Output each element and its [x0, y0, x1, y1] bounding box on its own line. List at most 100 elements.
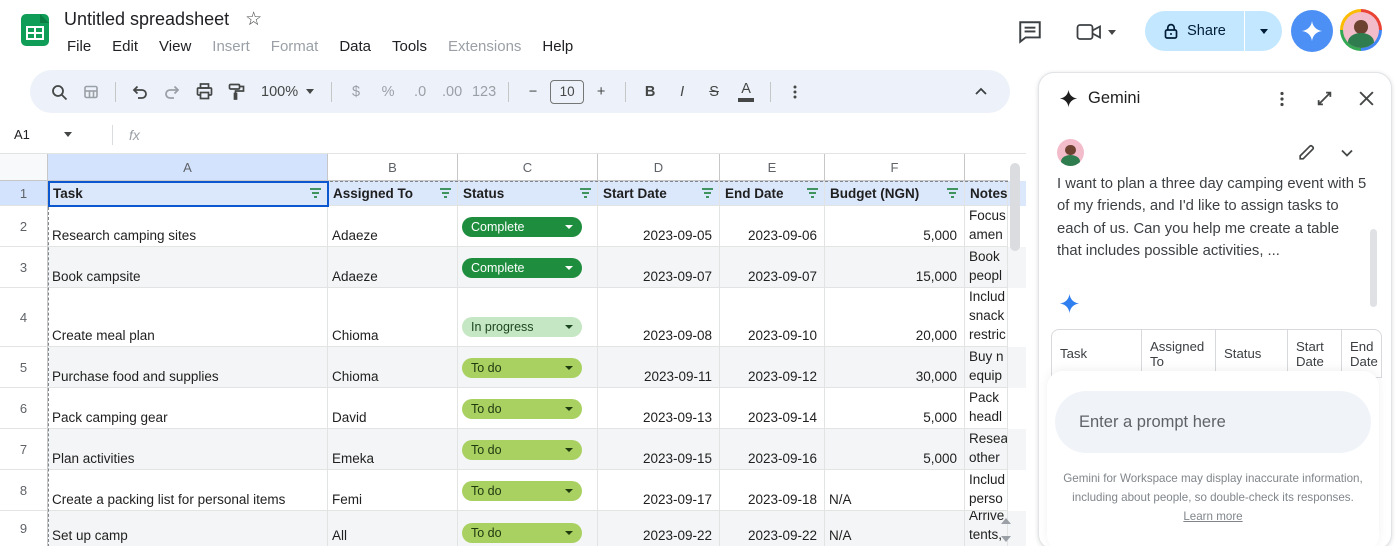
cell-end-date[interactable]: 2023-09-10 — [720, 288, 825, 347]
cell-budget[interactable]: 5,000 — [825, 429, 965, 470]
cell-budget[interactable]: 5,000 — [825, 206, 965, 247]
bold-button[interactable]: B — [635, 77, 665, 107]
filter-icon[interactable] — [806, 187, 819, 199]
sheets-logo-icon[interactable] — [18, 13, 52, 47]
cell-notes[interactable]: Resea other — [965, 429, 1008, 470]
menu-file[interactable]: File — [65, 37, 93, 56]
text-color-button[interactable]: A — [731, 77, 761, 107]
status-chip[interactable]: To do — [462, 399, 582, 419]
cell-assigned[interactable]: All — [328, 511, 458, 546]
cell-task[interactable]: Book campsite — [48, 247, 328, 288]
italic-button[interactable]: I — [667, 77, 697, 107]
print-button[interactable] — [189, 77, 219, 107]
menu-insert[interactable]: Insert — [210, 37, 252, 56]
cell-status[interactable]: To do — [458, 470, 598, 511]
row-number[interactable]: 2 — [0, 206, 48, 247]
cell-start-date[interactable]: 2023-09-11 — [598, 347, 720, 388]
collapse-toolbar-button[interactable] — [966, 77, 996, 107]
status-chip[interactable]: To do — [462, 358, 582, 378]
status-chip[interactable]: Complete — [462, 217, 582, 237]
cell-status[interactable]: Complete — [458, 247, 598, 288]
cell-notes[interactable]: Focus amen — [965, 206, 1008, 247]
filter-icon[interactable] — [946, 187, 959, 199]
panel-expand-button[interactable] — [1316, 90, 1333, 107]
format-currency-button[interactable]: $ — [341, 77, 371, 107]
cell-task[interactable]: Research camping sites — [48, 206, 328, 247]
menu-format[interactable]: Format — [269, 37, 321, 56]
cell-status[interactable]: To do — [458, 347, 598, 388]
cell-task[interactable]: Plan activities — [48, 429, 328, 470]
menu-view[interactable]: View — [157, 37, 193, 56]
cell-status[interactable]: In progress — [458, 288, 598, 347]
font-size-input[interactable]: 10 — [550, 80, 584, 104]
cell-start-date[interactable]: 2023-09-07 — [598, 247, 720, 288]
cell-start-date[interactable]: 2023-09-17 — [598, 470, 720, 511]
header-cell-start-date[interactable]: Start Date — [598, 181, 720, 206]
cell-start-date[interactable]: 2023-09-13 — [598, 388, 720, 429]
cell-notes[interactable]: Includ perso — [965, 470, 1008, 511]
column-header-d[interactable]: D — [598, 154, 720, 181]
edit-prompt-button[interactable] — [1297, 143, 1316, 162]
share-dropdown-button[interactable] — [1245, 29, 1282, 34]
filter-icon[interactable] — [701, 187, 714, 199]
menu-data[interactable]: Data — [337, 37, 373, 56]
cell-end-date[interactable]: 2023-09-14 — [720, 388, 825, 429]
cell-task[interactable]: Create meal plan — [48, 288, 328, 347]
column-header-g[interactable] — [965, 154, 1008, 181]
scroll-up-icon[interactable] — [1001, 518, 1011, 524]
learn-more-link[interactable]: Learn more — [1183, 510, 1242, 523]
sheet-tools-button[interactable] — [76, 77, 106, 107]
star-icon[interactable]: ☆ — [245, 10, 262, 29]
menu-edit[interactable]: Edit — [110, 37, 140, 56]
panel-scrollbar[interactable] — [1370, 229, 1377, 307]
menu-help[interactable]: Help — [540, 37, 575, 56]
row-number[interactable]: 9 — [0, 511, 48, 546]
cell-end-date[interactable]: 2023-09-12 — [720, 347, 825, 388]
increase-decimal-button[interactable]: .00 — [437, 77, 467, 107]
undo-button[interactable] — [125, 77, 155, 107]
cell-status[interactable]: Complete — [458, 206, 598, 247]
row-number[interactable]: 6 — [0, 388, 48, 429]
name-box[interactable]: A1 — [0, 127, 112, 142]
cell-start-date[interactable]: 2023-09-15 — [598, 429, 720, 470]
format-percent-button[interactable]: % — [373, 77, 403, 107]
cell-assigned[interactable]: Femi — [328, 470, 458, 511]
cell-budget[interactable]: N/A — [825, 470, 965, 511]
cell-end-date[interactable]: 2023-09-18 — [720, 470, 825, 511]
menu-tools[interactable]: Tools — [390, 37, 429, 56]
cell-status[interactable]: To do — [458, 388, 598, 429]
select-all-corner[interactable] — [0, 154, 48, 181]
header-cell-assigned-to[interactable]: Assigned To — [328, 181, 458, 206]
cell-notes[interactable]: Buy n equip — [965, 347, 1008, 388]
header-cell-budget[interactable]: Budget (NGN) — [825, 181, 965, 206]
cell-start-date[interactable]: 2023-09-05 — [598, 206, 720, 247]
status-chip[interactable]: Complete — [462, 258, 582, 278]
row-number[interactable]: 5 — [0, 347, 48, 388]
comments-button[interactable] — [1012, 16, 1048, 48]
cell-task[interactable]: Pack camping gear — [48, 388, 328, 429]
cell-assigned[interactable]: Chioma — [328, 347, 458, 388]
cell-budget[interactable]: N/A — [825, 511, 965, 546]
column-header-e[interactable]: E — [720, 154, 825, 181]
column-header-f[interactable]: F — [825, 154, 965, 181]
column-header-a[interactable]: A — [48, 154, 328, 181]
header-cell-status[interactable]: Status — [458, 181, 598, 206]
cell-budget[interactable]: 30,000 — [825, 347, 965, 388]
cell-budget[interactable]: 15,000 — [825, 247, 965, 288]
share-button[interactable]: Share — [1145, 11, 1282, 51]
collapse-prompt-button[interactable] — [1339, 145, 1355, 161]
account-avatar[interactable] — [1340, 9, 1382, 51]
cell-end-date[interactable]: 2023-09-07 — [720, 247, 825, 288]
column-header-c[interactable]: C — [458, 154, 598, 181]
cell-status[interactable]: To do — [458, 429, 598, 470]
increase-font-size-button[interactable]: + — [586, 77, 616, 107]
paint-format-button[interactable] — [221, 77, 251, 107]
column-header-b[interactable]: B — [328, 154, 458, 181]
panel-close-button[interactable] — [1358, 90, 1375, 107]
share-button-main[interactable]: Share — [1145, 11, 1244, 51]
cell-task[interactable]: Create a packing list for personal items — [48, 470, 328, 511]
more-toolbar-button[interactable] — [780, 77, 810, 107]
cell-notes[interactable]: Includ snack restric — [965, 288, 1008, 347]
panel-more-button[interactable] — [1273, 90, 1291, 108]
menu-extensions[interactable]: Extensions — [446, 37, 523, 56]
